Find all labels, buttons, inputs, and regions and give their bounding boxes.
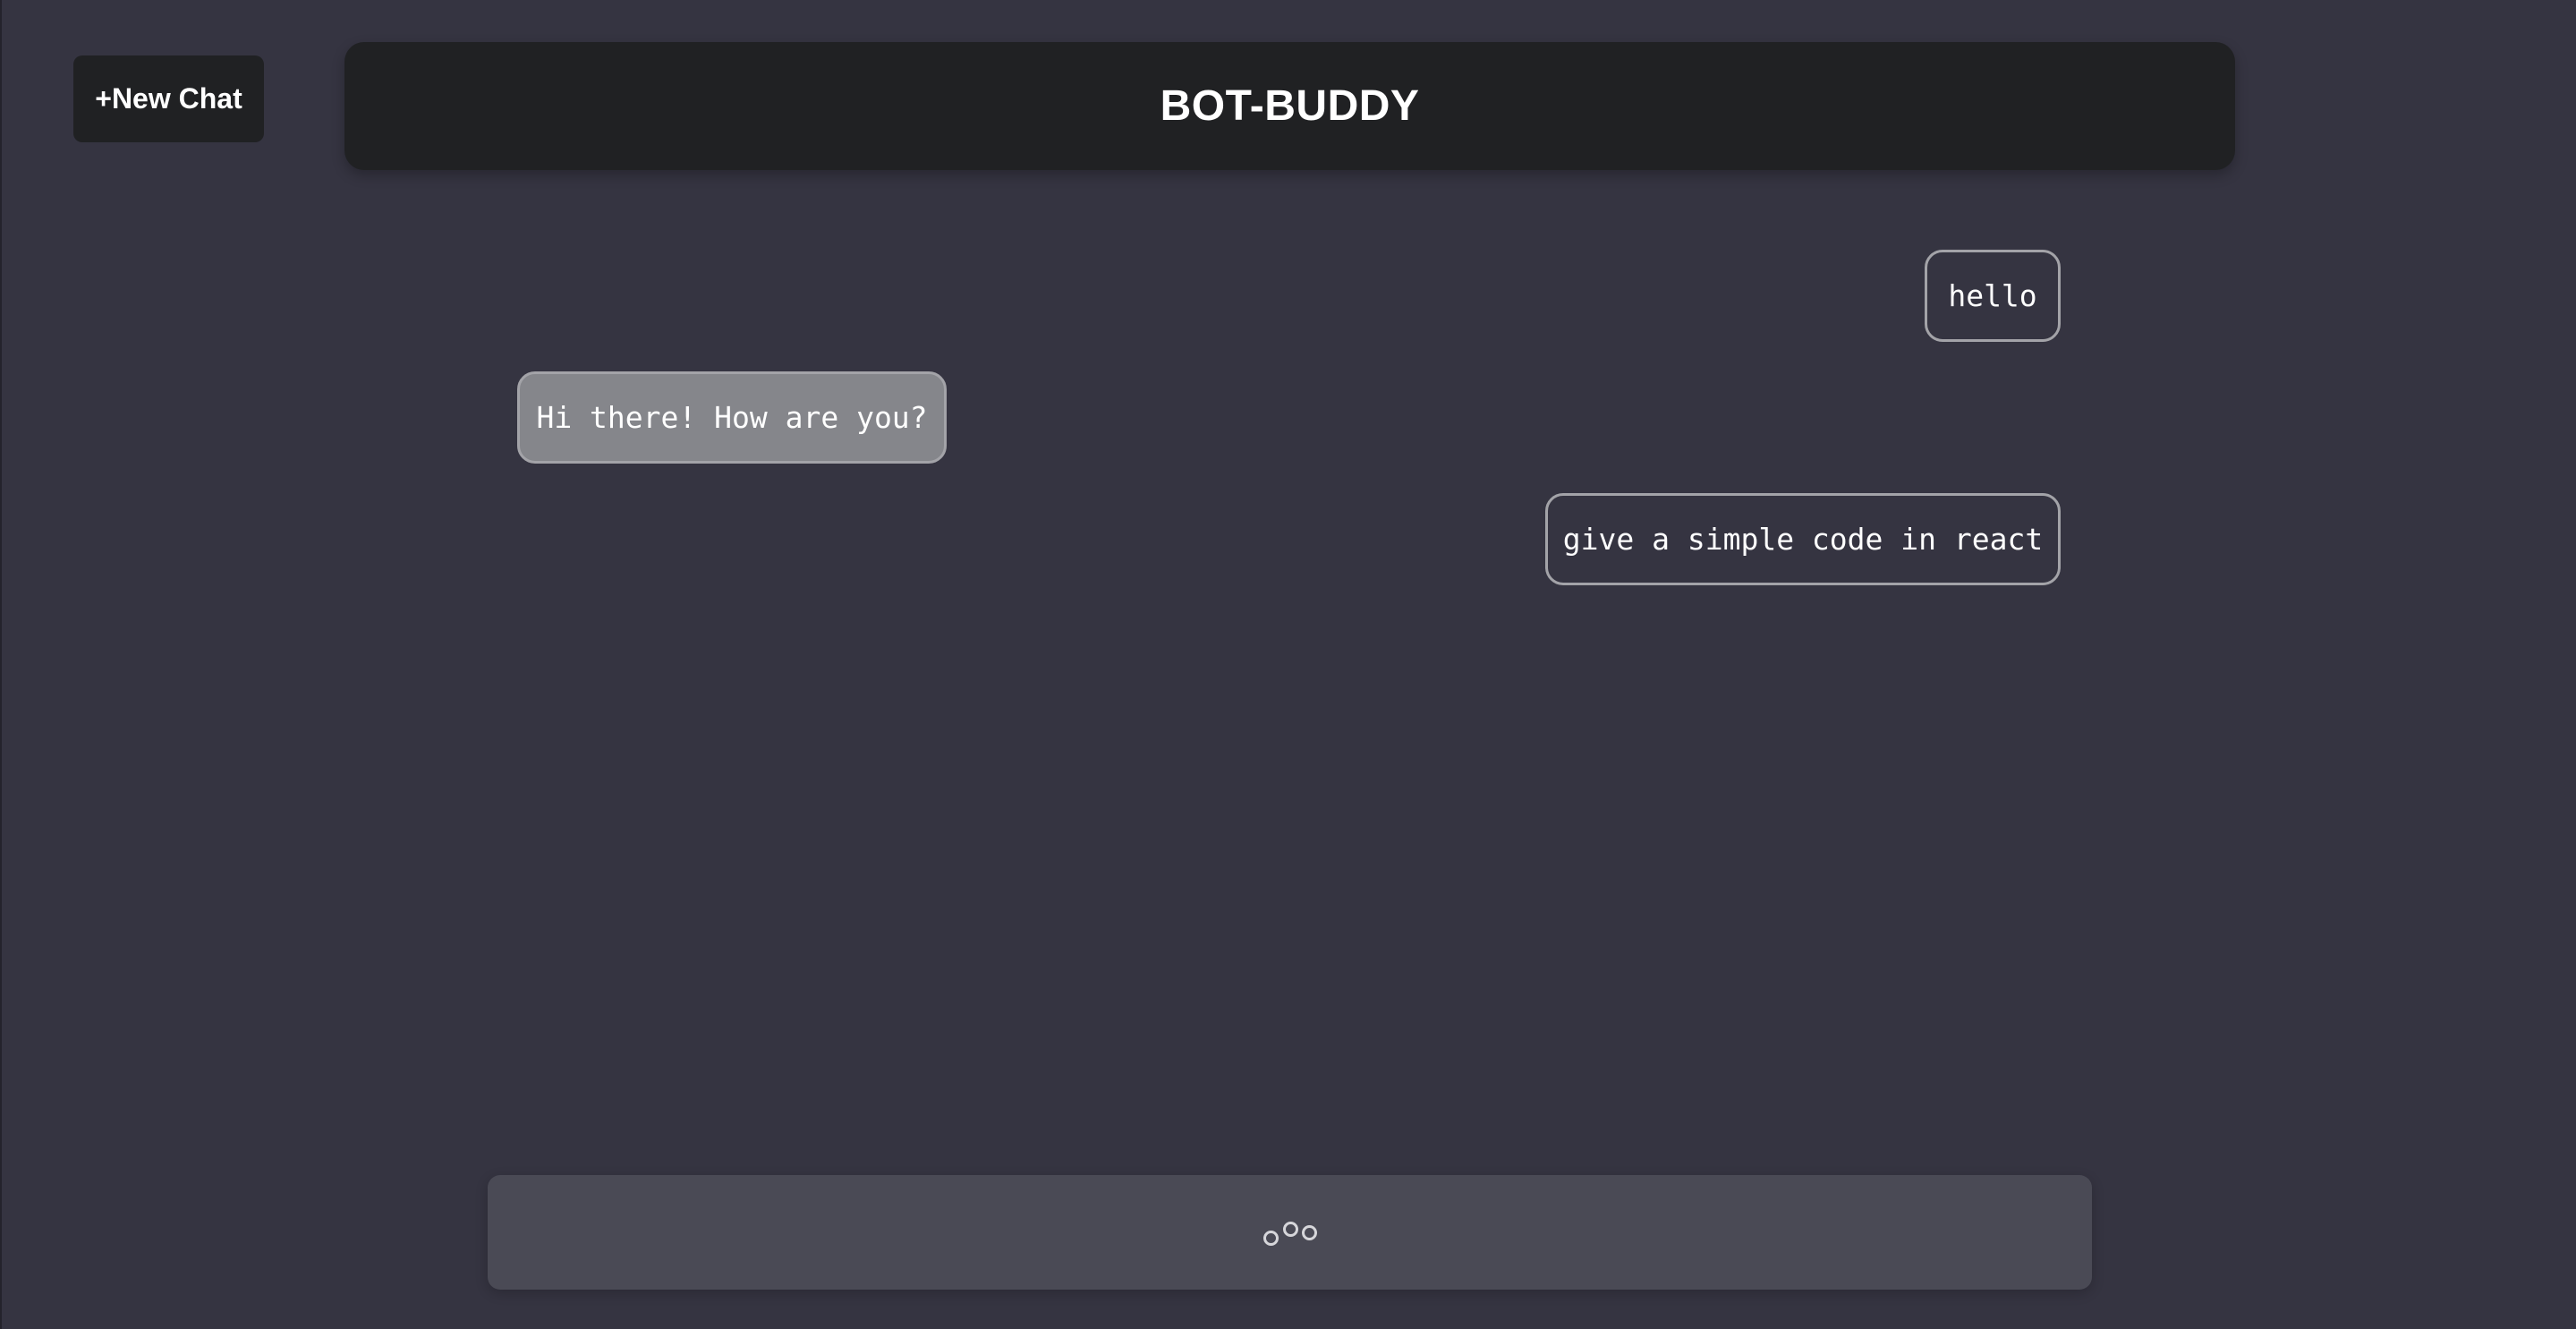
chat-input-bar[interactable] [488, 1175, 2092, 1290]
bot-message-bubble: Hi there! How are you? [517, 371, 947, 464]
user-message-bubble: hello [1925, 250, 2061, 342]
loading-dot [1282, 1222, 1298, 1237]
new-chat-button[interactable]: +New Chat [73, 55, 264, 142]
app-header: BOT-BUDDY [344, 42, 2235, 170]
user-message-bubble: give a simple code in react [1545, 493, 2061, 585]
loading-dot [1301, 1225, 1317, 1240]
loading-dot [1262, 1231, 1279, 1246]
app-title: BOT-BUDDY [1160, 82, 1420, 130]
loading-dots-icon [1262, 1216, 1319, 1248]
